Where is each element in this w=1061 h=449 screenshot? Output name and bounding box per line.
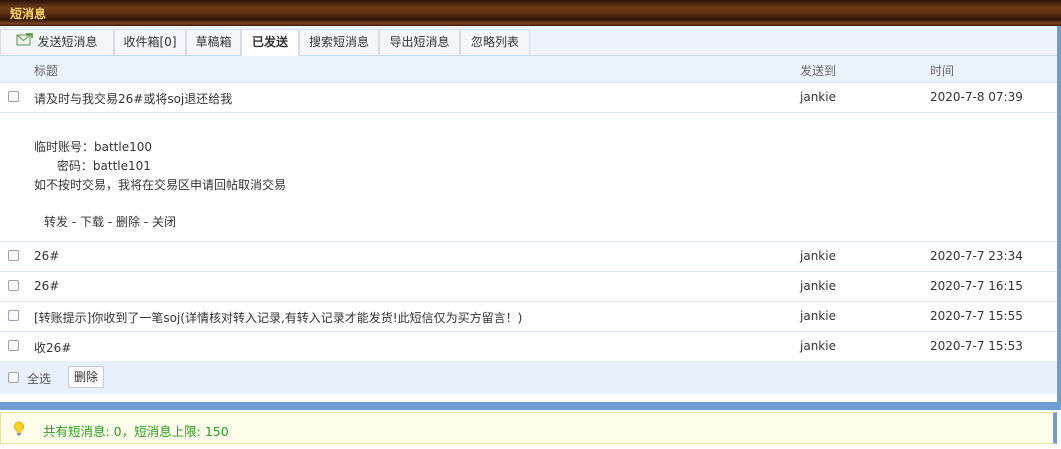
- detail-line: 如不按时交易，我将在交易区申请回帖取消交易: [34, 178, 287, 192]
- message-subject[interactable]: 请及时与我交易26#或将soj退还给我: [34, 90, 232, 107]
- download-link[interactable]: 下载: [80, 215, 104, 229]
- message-subject[interactable]: 26#: [34, 249, 59, 263]
- row-checkbox[interactable]: [8, 340, 19, 351]
- tab-export[interactable]: 导出短消息: [379, 29, 460, 55]
- message-subject[interactable]: 收26#: [34, 339, 71, 356]
- delete-button[interactable]: 删除: [68, 366, 105, 388]
- message-recipient: jankie: [800, 249, 836, 263]
- table-row[interactable]: 收26# jankie 2020-7-7 15:53: [0, 332, 1057, 362]
- message-panel: 发送短消息 收件箱[0] 草稿箱 已发送 搜索短消息 导出短消息 忽略列表 标题…: [0, 26, 1061, 410]
- column-to: 发送到: [800, 64, 837, 78]
- tab-drafts[interactable]: 草稿箱: [186, 29, 241, 55]
- tab-bar: 发送短消息 收件箱[0] 草稿箱 已发送 搜索短消息 导出短消息 忽略列表: [0, 26, 1057, 56]
- tab-search[interactable]: 搜索短消息: [299, 29, 379, 55]
- close-link[interactable]: 关闭: [152, 215, 176, 229]
- select-all-label[interactable]: 全选: [27, 370, 51, 387]
- detail-actions: 转发 - 下载 - 删除 - 关闭: [44, 213, 176, 230]
- message-recipient: jankie: [800, 279, 836, 293]
- divider: [0, 402, 1061, 410]
- message-recipient: jankie: [800, 90, 836, 104]
- delete-link[interactable]: 删除: [116, 215, 140, 229]
- separator: -: [139, 215, 152, 229]
- column-time: 时间: [930, 64, 955, 78]
- separator: -: [104, 215, 116, 229]
- table-header: 标题 发送到 时间: [0, 56, 1057, 83]
- tab-search-label: 搜索短消息: [308, 35, 369, 49]
- message-recipient: jankie: [800, 339, 836, 353]
- row-checkbox[interactable]: [8, 280, 19, 291]
- tab-export-label: 导出短消息: [389, 35, 450, 49]
- page-title: 短消息: [10, 7, 47, 21]
- lightbulb-icon: [13, 421, 25, 439]
- message-time: 2020-7-7 15:55: [930, 309, 1023, 323]
- row-checkbox[interactable]: [8, 310, 19, 321]
- message-recipient: jankie: [800, 309, 836, 323]
- tab-ignore-list-label: 忽略列表: [470, 35, 519, 49]
- message-time: 2020-7-7 15:53: [930, 339, 1023, 353]
- select-all-checkbox[interactable]: [8, 372, 19, 383]
- row-checkbox[interactable]: [8, 250, 19, 261]
- forward-link[interactable]: 转发: [44, 215, 68, 229]
- message-time: 2020-7-7 23:34: [930, 249, 1023, 263]
- bulk-actions-bar: 全选 删除: [0, 361, 1057, 394]
- message-subject[interactable]: [转账提示]你收到了一笔soj(详情核对转入记录,有转入记录才能发货!此短信仅为…: [34, 309, 522, 326]
- message-subject[interactable]: 26#: [34, 279, 59, 293]
- tab-sent[interactable]: 已发送: [241, 29, 299, 56]
- detail-line: 临时账号：battle100: [34, 140, 153, 154]
- message-time: 2020-7-8 07:39: [930, 90, 1023, 104]
- quota-notice: 共有短消息: 0，短消息上限: 150: [0, 412, 1057, 444]
- message-time: 2020-7-7 16:15: [930, 279, 1023, 293]
- column-subject: 标题: [34, 64, 59, 78]
- table-row[interactable]: 26# jankie 2020-7-7 23:34: [0, 242, 1057, 272]
- table-row[interactable]: 请及时与我交易26#或将soj退还给我 jankie 2020-7-8 07:3…: [0, 83, 1057, 113]
- tab-compose[interactable]: 发送短消息: [0, 29, 114, 55]
- tab-sent-label: 已发送: [251, 35, 288, 49]
- separator: -: [68, 215, 80, 229]
- message-detail: 临时账号：battle100 密码：battle101 如不按时交易，我将在交易…: [0, 113, 1057, 242]
- notice-text: 共有短消息: 0，短消息上限: 150: [43, 424, 229, 439]
- table-row[interactable]: [转账提示]你收到了一笔soj(详情核对转入记录,有转入记录才能发货!此短信仅为…: [0, 302, 1057, 332]
- tab-inbox[interactable]: 收件箱[0]: [114, 29, 186, 55]
- tab-drafts-label: 草稿箱: [195, 35, 232, 49]
- tab-ignore-list[interactable]: 忽略列表: [460, 29, 530, 55]
- tab-inbox-label: 收件箱[0]: [123, 35, 177, 49]
- row-checkbox[interactable]: [8, 91, 19, 102]
- table-row[interactable]: 26# jankie 2020-7-7 16:15: [0, 272, 1057, 302]
- window-header: 短消息: [0, 0, 1061, 26]
- tab-compose-label: 发送短消息: [37, 35, 98, 49]
- detail-line: 密码：battle101: [34, 159, 151, 173]
- compose-envelope-icon: [16, 30, 34, 55]
